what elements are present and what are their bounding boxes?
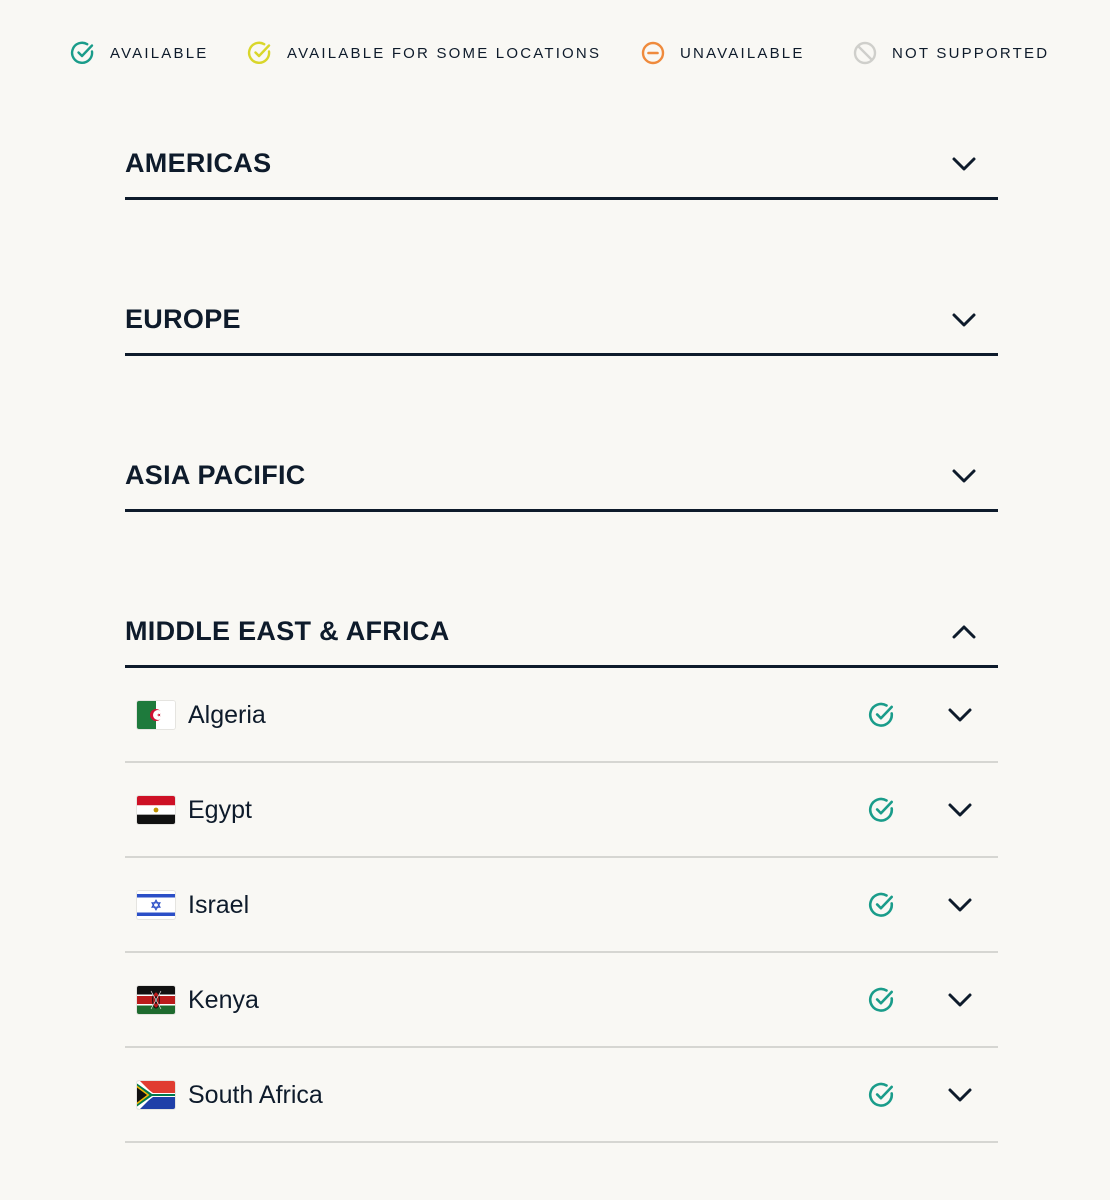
chevron-up-icon[interactable] [950, 618, 978, 646]
legend-label: NOT SUPPORTED [892, 44, 1050, 62]
region-middle-east-africa[interactable]: MIDDLE EAST & AFRICA [125, 604, 998, 668]
check-circle-icon [868, 796, 896, 824]
legend-not-supported: NOT SUPPORTED [852, 38, 1049, 68]
israel-flag-icon [137, 891, 175, 919]
check-circle-icon [868, 986, 896, 1014]
status-legend: AVAILABLE AVAILABLE FOR SOME LOCATIONS U… [0, 38, 1110, 68]
legend-unavailable: UNAVAILABLE [640, 38, 805, 68]
check-circle-icon [868, 1081, 896, 1109]
region-asia-pacific[interactable]: ASIA PACIFIC [125, 448, 998, 512]
country-name: South Africa [188, 1081, 323, 1109]
country-row-egypt[interactable]: Egypt [125, 763, 998, 858]
prohibited-icon [852, 40, 878, 66]
chevron-down-icon[interactable] [945, 986, 975, 1014]
algeria-flag-icon [137, 701, 175, 729]
country-row-south-africa[interactable]: South Africa [125, 1048, 998, 1143]
check-circle-icon [868, 891, 896, 919]
country-name: Israel [188, 891, 250, 919]
country-name: Egypt [188, 796, 252, 824]
region-title: MIDDLE EAST & AFRICA [125, 616, 450, 646]
legend-available-some-locations: AVAILABLE FOR SOME LOCATIONS [247, 38, 601, 68]
check-circle-icon [70, 40, 96, 66]
chevron-down-icon[interactable] [945, 796, 975, 824]
egypt-flag-icon [137, 796, 175, 824]
south-africa-flag-icon [137, 1081, 175, 1109]
region-title: ASIA PACIFIC [125, 460, 306, 490]
legend-label: UNAVAILABLE [680, 44, 805, 62]
country-row-kenya[interactable]: Kenya [125, 953, 998, 1048]
kenya-flag-icon [137, 986, 175, 1014]
minus-circle-icon [640, 40, 666, 66]
legend-label: AVAILABLE FOR SOME LOCATIONS [287, 44, 602, 62]
country-row-algeria[interactable]: Algeria [125, 668, 998, 763]
chevron-down-icon[interactable] [945, 891, 975, 919]
check-circle-icon [868, 701, 896, 729]
country-name: Algeria [188, 701, 266, 729]
chevron-down-icon[interactable] [950, 150, 978, 178]
chevron-down-icon[interactable] [945, 1081, 975, 1109]
legend-available: AVAILABLE [70, 38, 208, 68]
chevron-down-icon[interactable] [945, 701, 975, 729]
check-circle-icon [247, 40, 273, 66]
region-americas[interactable]: AMERICAS [125, 136, 998, 200]
region-title: EUROPE [125, 304, 241, 334]
region-title: AMERICAS [125, 148, 272, 178]
chevron-down-icon[interactable] [950, 306, 978, 334]
legend-label: AVAILABLE [110, 44, 209, 62]
chevron-down-icon[interactable] [950, 462, 978, 490]
region-europe[interactable]: EUROPE [125, 292, 998, 356]
country-row-israel[interactable]: Israel [125, 858, 998, 953]
country-name: Kenya [188, 986, 259, 1014]
country-list: Algeria Egypt Israel Kenya South Africa [125, 668, 998, 1143]
